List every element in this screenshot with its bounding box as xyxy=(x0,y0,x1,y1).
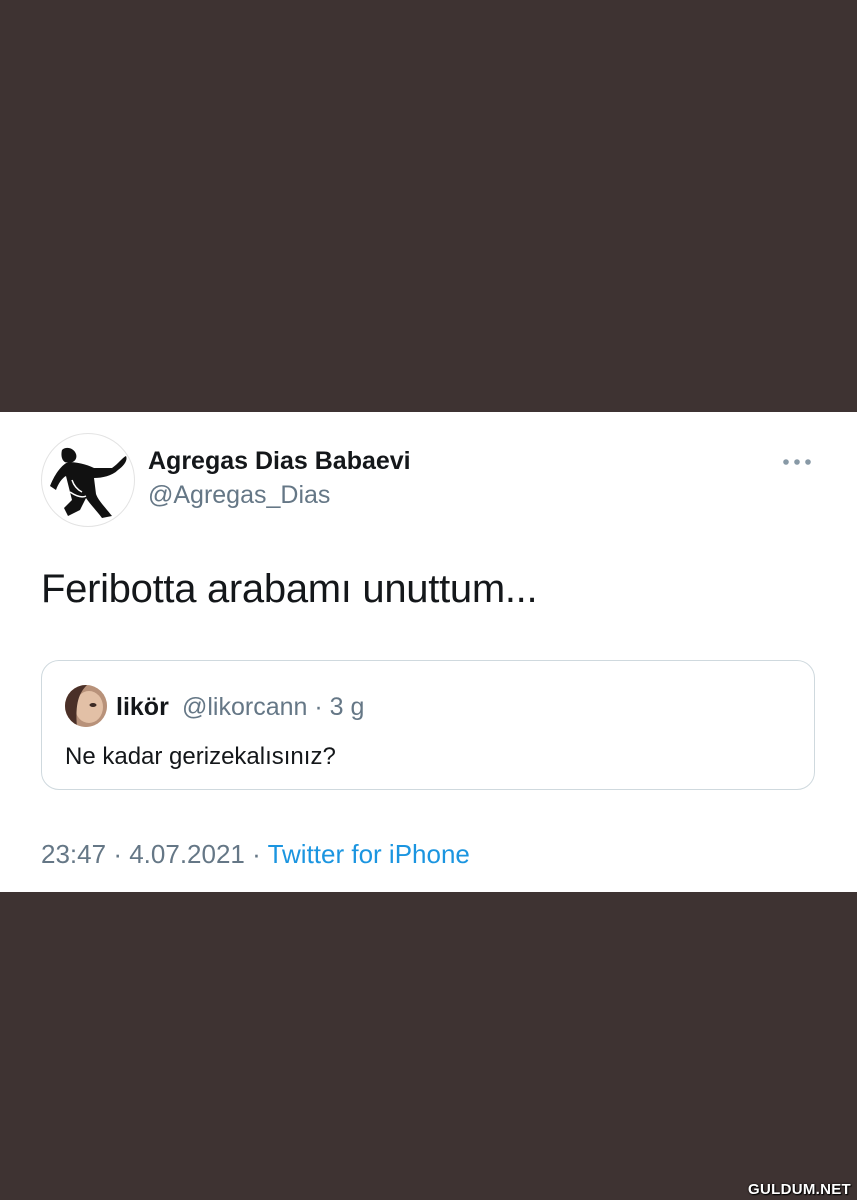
quoted-age: 3 g xyxy=(329,693,365,721)
quoted-author-handle[interactable]: @likorcann xyxy=(182,693,307,721)
author-handle[interactable]: @Agregas_Dias xyxy=(148,481,330,510)
more-options-button[interactable] xyxy=(781,452,813,472)
watermark: GULDUM.NET xyxy=(748,1181,851,1198)
tweet-text: Feribotta arabamı unuttum... xyxy=(41,567,538,611)
tweet-date[interactable]: 4.07.2021 xyxy=(129,839,245,869)
profile-photo-icon xyxy=(65,685,107,727)
author-avatar[interactable] xyxy=(41,433,135,527)
tweet-time[interactable]: 23:47 xyxy=(41,839,106,869)
quoted-meta: @likorcann · 3 g xyxy=(182,693,364,722)
quoted-tweet-text: Ne kadar gerizekalısınız? xyxy=(65,743,336,770)
quoted-author-avatar[interactable] xyxy=(65,685,107,727)
meta-separator: · xyxy=(314,693,323,721)
author-name[interactable]: Agregas Dias Babaevi xyxy=(148,447,411,476)
footer-separator: · xyxy=(252,839,261,869)
quoted-author-name[interactable]: likör xyxy=(116,693,169,722)
tweet-footer: 23:47 · 4.07.2021 · Twitter for iPhone xyxy=(41,839,470,870)
footer-separator: · xyxy=(113,839,122,869)
tweet-source-link[interactable]: Twitter for iPhone xyxy=(268,839,470,869)
silhouette-avatar-icon xyxy=(50,447,127,518)
quoted-tweet[interactable]: likör @likorcann · 3 g Ne kadar gerizeka… xyxy=(41,660,815,790)
more-dots-icon xyxy=(783,459,811,465)
